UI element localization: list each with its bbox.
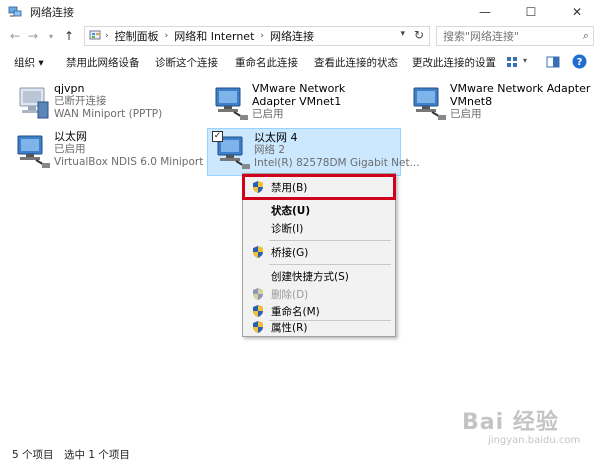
breadcrumb-separator-icon[interactable]: › <box>258 31 266 41</box>
command-bar: 组织 ▾ 禁用此网络设备 诊断这个连接 重命名此连接 查看此连接的状态 更改此连… <box>0 52 600 72</box>
search-box[interactable]: ⌕ <box>436 26 594 46</box>
connection-status: 已启用 <box>450 108 482 120</box>
item-count: 5 个项目 <box>12 449 54 461</box>
connection-name: qjvpn <box>54 82 85 95</box>
menu-item-properties[interactable]: 属性(R) <box>245 317 393 337</box>
menu-item-label: 桥接(G) <box>271 247 309 259</box>
menu-item-diagnose[interactable]: 诊断(I) <box>245 218 393 238</box>
list-item[interactable]: VMware Network Adapter VMnet8 已启用 <box>404 80 594 128</box>
connection-name: VMware Network Adapter VMnet8 <box>450 82 591 108</box>
breadcrumb-control-panel[interactable]: 控制面板 <box>111 28 163 44</box>
view-status-button[interactable]: 查看此连接的状态 <box>314 55 398 70</box>
rename-connection-button[interactable]: 重命名此连接 <box>235 55 298 70</box>
breadcrumb-separator-icon[interactable]: › <box>103 31 111 41</box>
uac-shield-icon <box>253 288 263 300</box>
organize-menu-button[interactable]: 组织 ▾ <box>14 55 44 70</box>
connection-status: 已启用 <box>252 108 284 120</box>
vpn-connection-icon <box>19 87 49 119</box>
connection-status: 网络 2 <box>254 144 286 156</box>
connection-device: WAN Miniport (PPTP) <box>54 108 163 120</box>
minimize-button[interactable]: — <box>462 0 508 24</box>
view-options-chevron-icon[interactable]: ▾ <box>523 56 527 65</box>
connection-name: VMware Network Adapter VMnet1 <box>252 82 346 108</box>
connection-name: 以太网 4 <box>254 131 298 144</box>
connection-name: 以太网 <box>54 130 87 143</box>
menu-item-label: 诊断(I) <box>271 223 304 235</box>
list-item[interactable]: qjvpn 已断开连接 WAN Miniport (PPTP) <box>8 80 196 128</box>
breadcrumb-network-internet[interactable]: 网络和 Internet <box>170 28 258 44</box>
back-arrow-icon[interactable]: ← <box>6 26 24 46</box>
svg-text:?: ? <box>577 57 583 68</box>
menu-item-label: 删除(D) <box>271 289 309 301</box>
recent-locations-chevron-icon[interactable]: ▾ <box>42 26 60 46</box>
list-item-selected[interactable]: ✓ 以太网 4 网络 2 Intel(R) 82578DM Gigabit Ne… <box>207 128 420 176</box>
refresh-icon[interactable]: ↻ <box>414 28 424 42</box>
selection-checkbox[interactable]: ✓ <box>212 131 223 142</box>
change-settings-button[interactable]: 更改此连接的设置 <box>412 55 496 70</box>
menu-item-create-shortcut[interactable]: 创建快捷方式(S) <box>245 266 393 286</box>
connection-status: 已断开连接 <box>54 95 107 107</box>
menu-item-disable[interactable]: 禁用(B) <box>242 174 396 200</box>
connection-device: Intel(R) 82578DM Gigabit Net... <box>254 157 420 169</box>
list-item[interactable]: 以太网 已启用 VirtualBox NDIS 6.0 Miniport ... <box>8 128 217 176</box>
selected-count: 选中 1 个项目 <box>64 449 130 461</box>
search-icon[interactable]: ⌕ <box>583 29 589 43</box>
breadcrumb-network-connections[interactable]: 网络连接 <box>266 28 318 44</box>
help-icon[interactable]: ? <box>572 54 587 69</box>
forward-arrow-icon[interactable]: → <box>24 26 42 46</box>
preview-pane-icon[interactable] <box>546 56 560 68</box>
connection-status: 已启用 <box>54 143 86 155</box>
ethernet-adapter-icon <box>17 135 50 168</box>
context-menu: 禁用(B) 状态(U) 诊断(I) 桥接(G) 创建快捷方式(S) 删除(D) … <box>242 173 396 337</box>
uac-shield-icon <box>253 181 263 193</box>
network-connections-icon <box>8 6 22 17</box>
address-box[interactable]: › 控制面板 › 网络和 Internet › 网络连接 ▾ ↻ <box>84 26 430 46</box>
ethernet-adapter-icon <box>413 87 446 120</box>
menu-item-status[interactable]: 状态(U) <box>245 200 393 220</box>
control-panel-icon <box>89 30 101 40</box>
breadcrumb-separator-icon[interactable]: › <box>163 31 171 41</box>
close-button[interactable]: ✕ <box>554 0 600 24</box>
address-bar: ← → ▾ ↑ › 控制面板 › 网络和 Internet › 网络连接 ▾ ↻… <box>0 24 600 48</box>
status-bar: 5 个项目 选中 1 个项目 <box>0 443 600 463</box>
up-arrow-icon[interactable]: ↑ <box>60 26 78 46</box>
uac-shield-icon <box>253 321 263 333</box>
menu-item-label: 禁用(B) <box>271 182 308 194</box>
list-item[interactable]: VMware Network Adapter VMnet1 已启用 <box>206 80 394 128</box>
window-title: 网络连接 <box>30 6 74 19</box>
maximize-button[interactable]: ☐ <box>508 0 554 24</box>
connection-device: VirtualBox NDIS 6.0 Miniport ... <box>54 156 217 168</box>
search-input[interactable] <box>437 29 573 43</box>
diagnose-connection-button[interactable]: 诊断这个连接 <box>155 55 218 70</box>
menu-item-bridge[interactable]: 桥接(G) <box>245 242 393 262</box>
title-bar: 网络连接 — ☐ ✕ <box>0 0 600 24</box>
uac-shield-icon <box>253 305 263 317</box>
watermark-logo-text: Bai 经验 <box>462 410 559 435</box>
menu-item-label: 属性(R) <box>271 322 308 334</box>
ethernet-adapter-icon <box>215 87 248 120</box>
menu-separator <box>269 240 391 241</box>
menu-separator <box>269 264 391 265</box>
menu-item-label: 状态(U) <box>271 205 311 217</box>
address-dropdown-icon[interactable]: ▾ <box>400 29 405 39</box>
disable-device-button[interactable]: 禁用此网络设备 <box>66 55 140 70</box>
uac-shield-icon <box>253 246 263 258</box>
menu-item-label: 创建快捷方式(S) <box>271 271 349 283</box>
view-options-icon[interactable] <box>506 56 520 68</box>
